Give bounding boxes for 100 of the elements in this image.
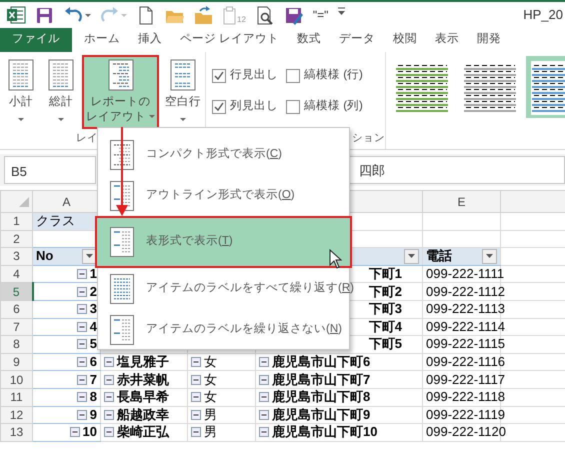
- row-header[interactable]: 5: [0, 282, 32, 300]
- save-icon[interactable]: [35, 6, 55, 24]
- name-box[interactable]: B5: [4, 156, 96, 184]
- cell-text: 099-222-1118: [426, 389, 506, 406]
- ribbon-tab[interactable]: 開発: [468, 28, 510, 52]
- collapse-icon[interactable]: [191, 357, 201, 368]
- cell-text: 7: [90, 372, 97, 388]
- collapse-icon[interactable]: [191, 410, 201, 420]
- cell-text: 下町5: [368, 336, 402, 352]
- collapse-icon[interactable]: [259, 374, 269, 385]
- column-label: 電話: [426, 248, 452, 264]
- row-header[interactable]: 12: [0, 406, 32, 424]
- cell-text: 鹿児島市山下町8: [272, 389, 370, 406]
- collapse-icon[interactable]: [104, 357, 114, 368]
- cell-text: 下町2: [368, 284, 402, 300]
- row-header[interactable]: 4: [0, 265, 32, 283]
- document-icon: [168, 59, 198, 91]
- collapse-icon[interactable]: [70, 427, 80, 438]
- menu-item[interactable]: 表形式で表示(T): [95, 216, 352, 268]
- cell-text: 8: [90, 389, 97, 406]
- collapse-icon[interactable]: [76, 410, 87, 420]
- equals-button[interactable]: "=": [312, 6, 328, 24]
- collapse-icon[interactable]: [76, 304, 87, 314]
- collapse-icon[interactable]: [104, 392, 114, 402]
- cell-text: 下町1: [368, 266, 402, 282]
- ribbon-tab[interactable]: 挿入: [129, 28, 171, 52]
- collapse-icon[interactable]: [76, 322, 87, 332]
- checkbox[interactable]: [286, 100, 300, 114]
- collapse-icon[interactable]: [104, 427, 114, 438]
- spreadsheet-icon[interactable]: [6, 6, 26, 24]
- collapse-icon[interactable]: [104, 374, 114, 385]
- ribbon-tab[interactable]: ホーム: [75, 28, 129, 52]
- collapse-icon[interactable]: [259, 410, 269, 420]
- count-label: 12: [237, 14, 246, 26]
- subtotal-button[interactable]: 小計: [2, 55, 40, 125]
- row-header[interactable]: 6: [0, 300, 32, 318]
- menu-item[interactable]: アウトライン形式で表示(O): [98, 175, 349, 216]
- collapse-icon[interactable]: [76, 374, 87, 385]
- cell-text: 099-222-1116: [426, 354, 506, 370]
- checkbox-label: 縞模様 (列): [304, 98, 363, 114]
- collapse-icon[interactable]: [76, 286, 87, 297]
- document-icon: [46, 59, 76, 91]
- cell-text: クラス: [36, 213, 75, 230]
- row-header[interactable]: 3: [0, 248, 32, 266]
- collapse-icon[interactable]: [76, 357, 87, 368]
- collapse-icon[interactable]: [76, 392, 87, 402]
- ribbon-tab[interactable]: 表示: [426, 28, 468, 52]
- cell-text: 塩見雅子: [117, 354, 169, 370]
- grand-total-button[interactable]: 総計: [42, 55, 80, 125]
- checkbox-label: 行見出し: [230, 68, 278, 83]
- cell-text: 鹿児島市山下町10: [272, 424, 378, 440]
- print-preview-icon[interactable]: [254, 6, 275, 24]
- checkbox[interactable]: [212, 100, 226, 114]
- checkbox[interactable]: [286, 68, 300, 83]
- menu-item-label: アイテムのラベルを繰り返さない(N): [146, 322, 342, 337]
- column-header[interactable]: E: [457, 194, 466, 208]
- collapse-icon[interactable]: [191, 374, 201, 385]
- cell-text: 柴崎正弘: [117, 424, 169, 440]
- collapse-icon[interactable]: [76, 269, 87, 280]
- cell-text: 099-222-1114: [426, 318, 506, 335]
- collapse-icon[interactable]: [104, 410, 114, 420]
- row-header[interactable]: 2: [0, 230, 32, 248]
- collapse-icon[interactable]: [76, 339, 87, 350]
- row-header[interactable]: 1: [0, 212, 32, 230]
- row-header[interactable]: 10: [0, 370, 32, 388]
- undo-icon[interactable]: [64, 6, 84, 24]
- collapse-icon[interactable]: [259, 427, 269, 438]
- ribbon-tab[interactable]: データ: [330, 28, 384, 52]
- row-header[interactable]: 13: [0, 424, 32, 442]
- form-icon[interactable]: [284, 6, 304, 24]
- ribbon-tab[interactable]: 校閲: [384, 28, 426, 52]
- collapse-icon[interactable]: [259, 392, 269, 402]
- filter-button[interactable]: [482, 248, 497, 264]
- report-layout-button[interactable]: レポートの レイアウト: [82, 55, 159, 129]
- cell-text: 鹿児島市山下町9: [272, 406, 370, 423]
- file-tab[interactable]: ファイル: [0, 28, 72, 52]
- row-header[interactable]: 8: [0, 336, 32, 354]
- collapse-icon[interactable]: [191, 427, 201, 438]
- cell-text: 鹿児島市山下町6: [272, 354, 370, 370]
- folder-icon[interactable]: [194, 6, 214, 24]
- row-header[interactable]: 7: [0, 318, 32, 336]
- collapse-icon[interactable]: [259, 357, 269, 368]
- ribbon-tab[interactable]: 数式: [288, 28, 330, 52]
- ribbon-tab[interactable]: ページ レイアウト: [171, 28, 288, 52]
- menu-item[interactable]: コンパクト形式で表示(C): [98, 134, 349, 175]
- filter-button[interactable]: [404, 248, 419, 264]
- row-header[interactable]: 11: [0, 388, 32, 406]
- menu-item-label: 表形式で表示(T): [146, 234, 233, 250]
- caret-icon[interactable]: [85, 14, 91, 16]
- caret-icon: [486, 254, 493, 258]
- row-header[interactable]: 9: [0, 353, 32, 371]
- cell-text: 5: [90, 336, 97, 352]
- column-header[interactable]: A: [62, 194, 70, 208]
- menu-item[interactable]: アイテムのラベルを繰り返さない(N): [98, 309, 349, 350]
- checkbox[interactable]: [212, 68, 226, 83]
- window-title: HP_20: [523, 6, 564, 24]
- collapse-icon[interactable]: [191, 392, 201, 402]
- group-label: ション: [352, 132, 385, 144]
- blank-rows-button[interactable]: 空白行: [161, 55, 205, 125]
- cell-text: 男: [204, 406, 217, 423]
